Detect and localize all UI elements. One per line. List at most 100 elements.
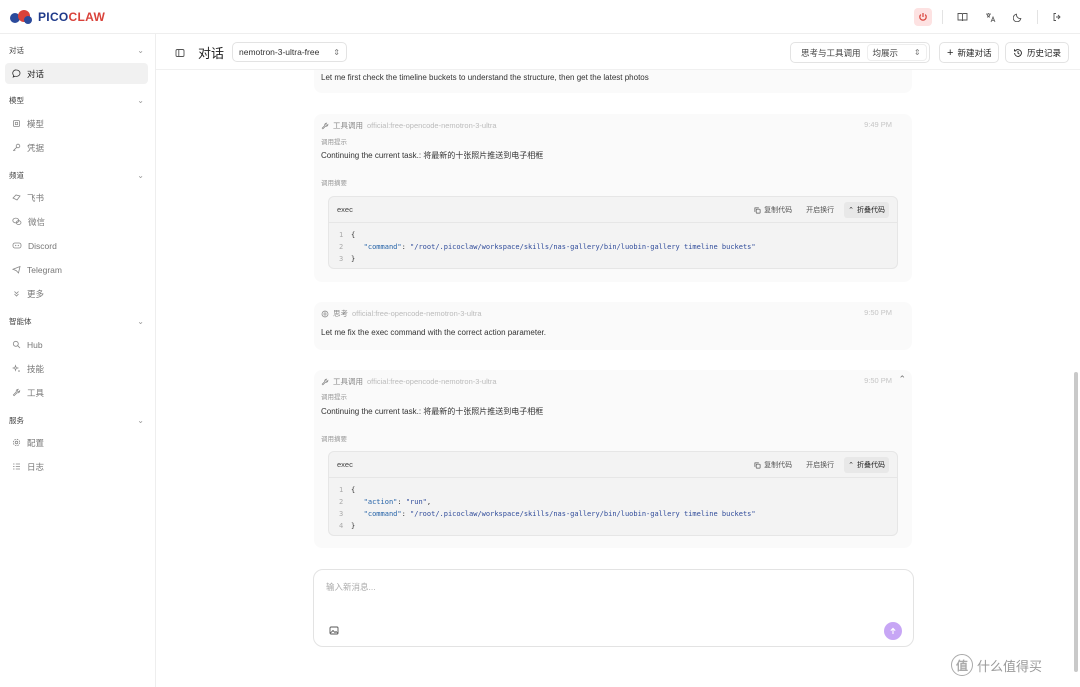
new-chat-button[interactable]: + 新建对话 <box>939 42 1000 63</box>
wrap-toggle-button[interactable]: 开启换行 <box>802 457 838 473</box>
copy-code-button[interactable]: 复制代码 <box>750 202 796 218</box>
code-content: 1{ 2 "action": "run", 3 "command": "/roo… <box>339 486 756 530</box>
key-icon <box>12 143 21 152</box>
model-select[interactable]: nemotron-3-ultra-free ⇕ <box>232 42 347 62</box>
sidebar-group-services[interactable]: 服务 ⌄ <box>9 413 144 427</box>
sidebar-item-credentials[interactable]: 凭据 <box>5 137 148 158</box>
wrench-icon <box>12 388 21 397</box>
code-block: exec 复制代码 开启换行 ⌃ 折叠代码 1{ 2 "action": "ru… <box>328 451 898 536</box>
message-time: 9:49 PM <box>864 120 892 129</box>
history-button[interactable]: 历史记录 <box>1005 42 1070 63</box>
code-block-header: exec 复制代码 开启换行 ⌃ 折叠代码 <box>329 197 897 223</box>
chevron-updown-icon: ⇕ <box>913 48 921 57</box>
sidebar: 对话 ⌄ 对话 模型 ⌄ 模型 凭据 频道 ⌄ 飞书 微信 Discord Teleg… <box>0 34 156 687</box>
message-card-tool-call: 工具调用 official:free-opencode-nemotron-3-u… <box>314 370 912 548</box>
chat-scrollbar[interactable] <box>1073 70 1079 687</box>
page-title: 对话 <box>198 46 225 61</box>
hint-label: 调用提示 <box>321 394 347 401</box>
sidebar-item-logs[interactable]: 日志 <box>5 456 148 477</box>
sidebar-item-tools[interactable]: 工具 <box>5 382 148 403</box>
chevron-down-icon: ⌄ <box>137 170 144 180</box>
telegram-icon <box>12 265 21 274</box>
language-button[interactable] <box>981 8 999 26</box>
chevron-down-icon: ⌄ <box>137 45 144 55</box>
sidebar-item-more[interactable]: 更多 <box>5 283 148 304</box>
fold-code-button[interactable]: ⌃ 折叠代码 <box>844 457 889 473</box>
attach-image-button[interactable] <box>329 626 339 637</box>
translate-icon <box>985 12 995 22</box>
think-display-control: 思考与工具调用 均展示 ⇕ <box>790 42 930 63</box>
message-composer[interactable]: 输入新消息... <box>313 569 914 647</box>
copy-code-button[interactable]: 复制代码 <box>750 457 796 473</box>
message-card-thinking-prev: Let me first check the timeline buckets … <box>314 70 912 93</box>
message-meta: 工具调用 official:free-opencode-nemotron-3-u… <box>321 120 497 131</box>
message-card-tool-call: 工具调用 official:free-opencode-nemotron-3-u… <box>314 114 912 282</box>
sidebar-item-feishu[interactable]: 飞书 <box>5 187 148 208</box>
sparkle-icon <box>12 364 20 372</box>
search-icon <box>12 340 21 349</box>
hint-label: 调用提示 <box>321 139 347 146</box>
wechat-icon <box>12 217 22 225</box>
summary-label: 调用摘要 <box>321 180 347 187</box>
copy-icon <box>754 207 761 213</box>
logout-button[interactable] <box>1048 8 1066 26</box>
sidebar-item-discord[interactable]: Discord <box>5 235 148 256</box>
sidebar-group-models[interactable]: 模型 ⌄ <box>9 93 144 107</box>
think-display-select[interactable]: 均展示 ⇕ <box>866 44 927 61</box>
fold-code-button[interactable]: ⌃ 折叠代码 <box>844 202 889 218</box>
sidebar-toggle-button[interactable] <box>171 44 189 62</box>
watermark: 值 什么值得买 <box>951 654 1042 676</box>
summary-label: 调用摘要 <box>321 436 347 443</box>
gear-icon <box>12 438 21 447</box>
sidebar-item-telegram[interactable]: Telegram <box>5 259 148 280</box>
panel-icon <box>175 49 185 57</box>
chevron-up-icon: ⌃ <box>848 462 854 469</box>
watermark-logo-icon: 值 <box>951 654 973 676</box>
feishu-icon <box>12 194 21 201</box>
wrench-icon <box>321 122 329 129</box>
app-logo[interactable]: PICOCLAW <box>10 9 105 25</box>
message-time: 9:50 PM <box>864 308 892 317</box>
scrollbar-thumb[interactable] <box>1074 372 1078 672</box>
copy-icon <box>754 462 761 468</box>
theme-button[interactable] <box>1009 8 1027 26</box>
chevron-down-icon: ⌄ <box>137 415 144 425</box>
message-card-thinking: 思考 official:free-opencode-nemotron-3-ult… <box>314 302 912 350</box>
top-actions <box>914 8 1066 26</box>
send-button[interactable] <box>884 622 902 640</box>
sidebar-item-models[interactable]: 模型 <box>5 113 148 134</box>
divider <box>942 10 943 24</box>
power-icon <box>919 13 927 21</box>
docs-button[interactable] <box>953 8 971 26</box>
model-icon <box>13 120 20 127</box>
sidebar-group-channels[interactable]: 频道 ⌄ <box>9 168 144 182</box>
chevron-up-icon[interactable]: ⌃ <box>898 374 906 385</box>
wrench-icon <box>321 378 329 385</box>
sidebar-group-chat[interactable]: 对话 ⌄ <box>9 43 144 57</box>
message-input[interactable]: 输入新消息... <box>326 581 376 593</box>
sidebar-item-hub[interactable]: Hub <box>5 334 148 355</box>
sidebar-item-chat[interactable]: 对话 <box>5 63 148 84</box>
sidebar-item-skills[interactable]: 技能 <box>5 358 148 379</box>
top-bar: PICOCLAW <box>0 0 1080 34</box>
power-button[interactable] <box>914 8 932 26</box>
message-meta: 思考 official:free-opencode-nemotron-3-ult… <box>321 308 482 319</box>
hint-text: Continuing the current task.: 将最新的十张照片推送… <box>321 151 544 160</box>
logout-icon <box>1053 13 1061 21</box>
list-icon <box>13 463 20 470</box>
history-icon <box>1014 48 1022 57</box>
message-time: 9:50 PM <box>864 376 892 385</box>
sidebar-item-config[interactable]: 配置 <box>5 432 148 453</box>
moon-icon <box>1013 13 1022 22</box>
code-block-header: exec 复制代码 开启换行 ⌃ 折叠代码 <box>329 452 897 478</box>
wrap-toggle-button[interactable]: 开启换行 <box>802 202 838 218</box>
code-block: exec 复制代码 开启换行 ⌃ 折叠代码 1{ 2 "command": "/… <box>328 196 898 269</box>
divider <box>1037 10 1038 24</box>
thinking-text: Let me fix the exec command with the cor… <box>321 328 546 337</box>
plus-icon: + <box>947 46 954 59</box>
chevron-down-icon: ⌄ <box>137 316 144 326</box>
sidebar-item-wechat[interactable]: 微信 <box>5 211 148 232</box>
more-icon <box>14 291 19 297</box>
arrow-up-icon <box>890 627 896 634</box>
sidebar-group-agents[interactable]: 智能体 ⌄ <box>9 314 144 328</box>
